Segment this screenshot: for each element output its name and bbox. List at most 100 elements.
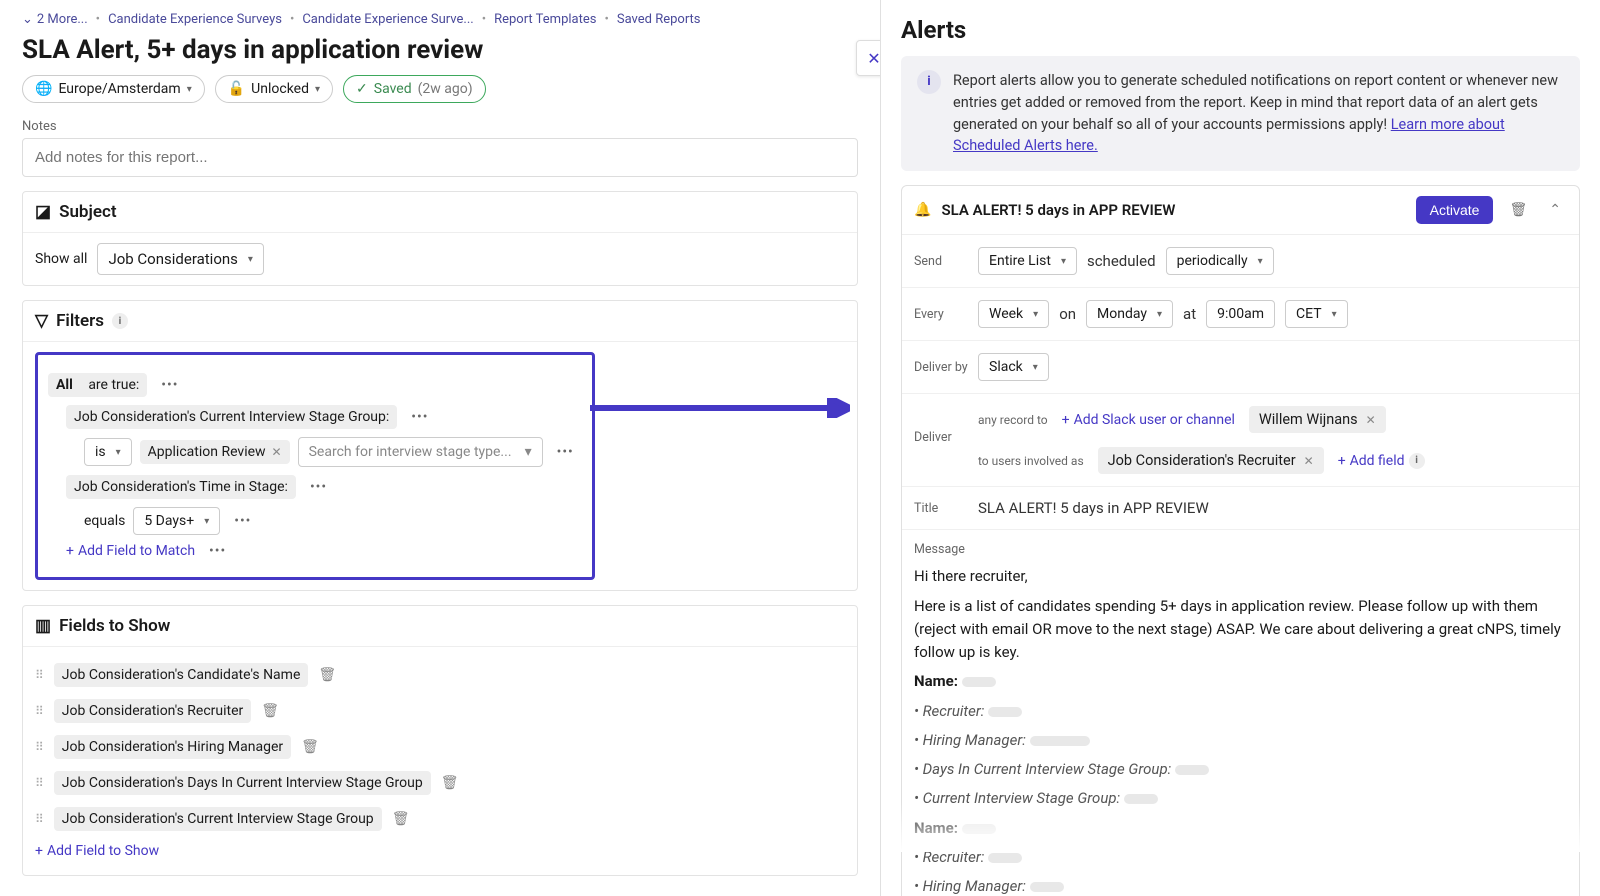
collapse-icon[interactable]: ⌃	[1543, 200, 1567, 220]
every-unit-select[interactable]: Week▾	[978, 300, 1049, 328]
globe-icon: 🌐	[35, 81, 52, 97]
breadcrumb-item[interactable]: Saved Reports	[617, 12, 701, 27]
columns-icon: ▥	[35, 616, 51, 636]
panel-title: Alerts	[901, 16, 1580, 44]
filter-all-chip[interactable]: All are true:	[48, 373, 147, 397]
breadcrumb: ⌄ 2 More... • Candidate Experience Surve…	[22, 12, 858, 27]
chevron-down-icon: ▾	[525, 444, 532, 460]
field-chip[interactable]: Job Consideration's Hiring Manager	[54, 735, 291, 759]
operator-select[interactable]: is▾	[84, 438, 132, 466]
time-select[interactable]: 9:00am	[1206, 300, 1275, 328]
chevron-down-icon: ▾	[187, 84, 192, 95]
duration-select[interactable]: 5 Days+▾	[133, 507, 220, 535]
breadcrumb-item[interactable]: Report Templates	[494, 12, 596, 27]
alert-card: 🔔 SLA ALERT! 5 days in APP REVIEW Activa…	[901, 185, 1580, 896]
filter-menu-icon[interactable]: •••	[228, 513, 257, 529]
list-item: ⠿ Job Consideration's Days In Current In…	[35, 765, 845, 801]
drag-handle-icon[interactable]: ⠿	[35, 776, 44, 790]
send-scope-select[interactable]: Entire List▾	[978, 247, 1077, 275]
remove-icon[interactable]: ✕	[1304, 454, 1314, 468]
subject-section: ◪ Subject Show all Job Considerations ▾	[22, 191, 858, 286]
filters-highlight-box: All are true: ••• Job Consideration's Cu…	[35, 352, 595, 580]
involved-as-token[interactable]: Job Consideration's Recruiter ✕	[1098, 447, 1324, 474]
alert-title-value[interactable]: SLA ALERT! 5 days in APP REVIEW	[978, 499, 1209, 517]
operator-label: equals	[84, 513, 125, 529]
tz-select[interactable]: CET▾	[1285, 300, 1348, 328]
check-icon: ✓	[356, 81, 368, 97]
drag-handle-icon[interactable]: ⠿	[35, 668, 44, 682]
info-callout: i Report alerts allow you to generate sc…	[901, 56, 1580, 171]
field-chip[interactable]: Job Consideration's Recruiter	[54, 699, 252, 723]
add-field-to-match[interactable]: + Add Field to Match	[66, 543, 195, 559]
deliver-label: Deliver	[914, 430, 968, 445]
filter-menu-icon[interactable]: •••	[551, 444, 580, 460]
add-field-link[interactable]: + Add field i	[1338, 453, 1425, 469]
remove-icon[interactable]: ✕	[272, 445, 282, 459]
trash-icon[interactable]: 🗑	[1503, 200, 1533, 220]
trash-icon[interactable]: 🗑	[392, 811, 410, 827]
show-all-label: Show all	[35, 251, 87, 267]
on-word: on	[1059, 305, 1076, 323]
recipient-token[interactable]: Willem Wijnans ✕	[1249, 406, 1386, 433]
close-icon: ✕	[867, 49, 880, 68]
filter-menu-icon[interactable]: •••	[155, 377, 184, 393]
trash-icon[interactable]: 🗑	[318, 667, 336, 683]
trash-icon[interactable]: 🗑	[441, 775, 459, 791]
fields-section: ▥ Fields to Show ⠿ Job Consideration's C…	[22, 605, 858, 876]
list-item: ⠿ Job Consideration's Current Interview …	[35, 801, 845, 837]
field-chip[interactable]: Job Consideration's Candidate's Name	[54, 663, 309, 687]
deliver-by-select[interactable]: Slack▾	[978, 353, 1049, 381]
save-status: ✓ Saved (2w ago)	[343, 75, 486, 103]
plus-icon: +	[66, 543, 74, 559]
remove-icon[interactable]: ✕	[1366, 413, 1376, 427]
message-body[interactable]: Message Hi there recruiter, Here is a li…	[902, 530, 1579, 896]
filter-value-chip[interactable]: Application Review ✕	[140, 440, 290, 464]
close-panel-button[interactable]: ✕	[856, 40, 880, 76]
field-chip[interactable]: Job Consideration's Days In Current Inte…	[54, 771, 431, 795]
periodicity-select[interactable]: periodically▾	[1166, 247, 1274, 275]
alert-title: SLA ALERT! 5 days in APP REVIEW	[941, 201, 1405, 219]
stage-type-search[interactable]: Search for interview stage type... ▾	[298, 437, 543, 467]
drag-handle-icon[interactable]: ⠿	[35, 812, 44, 826]
deliver-by-label: Deliver by	[914, 360, 968, 375]
subject-select[interactable]: Job Considerations ▾	[97, 243, 264, 275]
on-day-select[interactable]: Monday▾	[1086, 300, 1173, 328]
breadcrumb-item[interactable]: Candidate Experience Surve...	[302, 12, 473, 27]
breadcrumb-item[interactable]: Candidate Experience Surveys	[108, 12, 282, 27]
timezone-selector[interactable]: 🌐 Europe/Amsterdam ▾	[22, 75, 205, 103]
trash-icon[interactable]: 🗑	[261, 703, 279, 719]
activate-button[interactable]: Activate	[1416, 196, 1494, 224]
at-word: at	[1183, 305, 1196, 323]
list-item: ⠿ Job Consideration's Hiring Manager 🗑	[35, 729, 845, 765]
filter-menu-icon[interactable]: •••	[405, 409, 434, 425]
chevron-down-icon: ▾	[315, 84, 320, 95]
scheduled-word: scheduled	[1087, 252, 1156, 270]
any-record-to-label: any record to	[978, 413, 1048, 427]
breadcrumb-more[interactable]: ⌄ 2 More...	[22, 12, 88, 27]
filter-menu-icon[interactable]: •••	[203, 543, 232, 559]
add-field-to-show[interactable]: + Add Field to Show	[35, 843, 159, 859]
lock-selector[interactable]: 🔓 Unlocked ▾	[215, 75, 333, 103]
filter-menu-icon[interactable]: •••	[304, 479, 333, 495]
chevron-down-icon: ▾	[248, 254, 253, 265]
info-icon[interactable]: i	[1409, 453, 1425, 469]
notes-label: Notes	[22, 119, 858, 134]
field-chip[interactable]: Job Consideration's Current Interview St…	[54, 807, 382, 831]
chevron-down-icon: ⌄	[22, 12, 33, 27]
info-icon[interactable]: i	[112, 313, 128, 329]
plus-icon: +	[35, 843, 43, 859]
filter-field-label: Job Consideration's Current Interview St…	[66, 405, 397, 429]
trash-icon[interactable]: 🗑	[301, 739, 319, 755]
send-label: Send	[914, 254, 968, 269]
involved-as-label: to users involved as	[978, 454, 1084, 468]
filters-section: ▽ Filters i All are true: ••• Job Consid…	[22, 300, 858, 591]
drag-handle-icon[interactable]: ⠿	[35, 704, 44, 718]
message-label: Message	[914, 540, 1567, 559]
drag-handle-icon[interactable]: ⠿	[35, 740, 44, 754]
filter-field-label: Job Consideration's Time in Stage:	[66, 475, 296, 499]
filter-icon: ▽	[35, 311, 48, 331]
add-slack-user-link[interactable]: + Add Slack user or channel	[1062, 412, 1235, 428]
annotation-arrow	[590, 398, 850, 418]
plus-icon: +	[1338, 453, 1346, 469]
notes-input[interactable]	[22, 138, 858, 177]
